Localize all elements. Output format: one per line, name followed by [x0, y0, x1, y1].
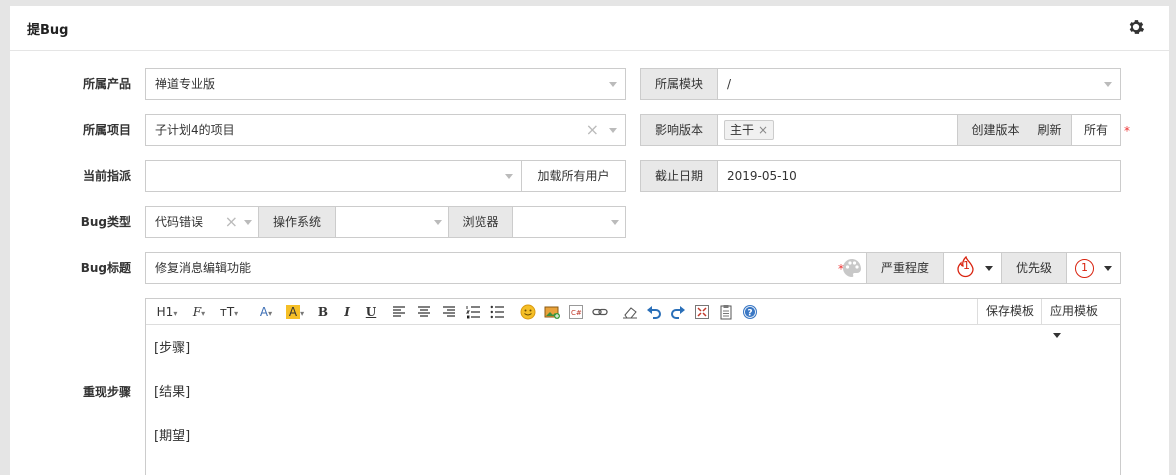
module-value: / [727, 77, 732, 91]
browser-select[interactable] [512, 206, 626, 238]
severity-label: 严重程度 [866, 252, 944, 284]
steps-editor[interactable]: H1▾ F▾ тT▾ A▾ A ▾ B I U C# ? 保存模板 应用模板 [… [145, 298, 1121, 475]
chevron-down-icon [505, 174, 513, 179]
build-tag-label: 主干 [730, 123, 755, 137]
ordered-list-icon[interactable] [466, 305, 480, 319]
font-size-label: тT [219, 305, 235, 319]
bug-type-select[interactable]: 代码错误 × [145, 206, 259, 238]
bug-create-panel: 提Bug 所属产品 禅道专业版 所属模块 / 所属项目 子计划4的项目 × 影响… [9, 5, 1170, 475]
build-tag: 主干 × [724, 120, 775, 140]
fullscreen-icon[interactable] [694, 304, 710, 320]
deadline-label: 截止日期 [640, 160, 718, 192]
heading-label: H1 [156, 305, 174, 319]
underline-button[interactable]: U [364, 303, 378, 321]
browser-label: 浏览器 [448, 206, 513, 238]
steps-label: 重现步骤 [82, 385, 131, 399]
eraser-icon[interactable] [622, 304, 638, 320]
font-size-button[interactable]: тT▾ [218, 303, 240, 321]
builds-label: 影响版本 [640, 114, 718, 146]
steps-line: [期望] [154, 429, 191, 444]
svg-text:?: ? [747, 309, 752, 319]
steps-line: [结果] [154, 385, 191, 400]
font-color-label: A [259, 305, 269, 319]
paste-icon[interactable] [718, 304, 734, 320]
align-right-icon[interactable] [442, 305, 456, 319]
link-icon[interactable] [592, 304, 608, 320]
redo-icon[interactable] [670, 304, 686, 320]
panel-header: 提Bug [10, 6, 1169, 51]
bug-type-value: 代码错误 [155, 215, 204, 229]
background-color-label: A [285, 305, 301, 319]
severity-value: 1 [963, 259, 970, 272]
background-color-button[interactable]: A ▾ [284, 303, 306, 321]
italic-button[interactable]: I [340, 303, 354, 321]
create-build-link[interactable]: 创建版本 [957, 114, 1033, 146]
gear-icon[interactable] [1127, 18, 1145, 36]
required-mark: * [1124, 124, 1130, 138]
heading-button[interactable]: H1▾ [154, 303, 180, 321]
severity-select[interactable]: 1 [943, 252, 1002, 284]
clear-icon[interactable]: × [225, 214, 238, 230]
remove-tag-icon[interactable]: × [758, 123, 768, 137]
font-family-button[interactable]: F▾ [188, 303, 210, 321]
priority-select[interactable]: 1 [1066, 252, 1121, 284]
chevron-down-icon [609, 82, 617, 87]
chevron-down-icon [985, 266, 993, 271]
deadline-input[interactable]: 2019-05-10 [717, 160, 1121, 192]
product-select[interactable]: 禅道专业版 [145, 68, 626, 100]
refresh-link[interactable]: 刷新 [1028, 114, 1072, 146]
help-icon[interactable]: ? [742, 304, 758, 320]
chevron-down-icon [1104, 82, 1112, 87]
undo-icon[interactable] [646, 304, 662, 320]
chevron-down-icon [434, 220, 442, 225]
emoticon-icon[interactable] [520, 304, 536, 320]
all-builds-button[interactable]: 所有 [1071, 114, 1121, 146]
align-center-icon[interactable] [417, 305, 431, 319]
project-label: 所属项目 [82, 123, 131, 137]
assign-label: 当前指派 [82, 169, 131, 183]
editor-toolbar: H1▾ F▾ тT▾ A▾ A ▾ B I U C# ? 保存模板 应用模板 [146, 299, 1120, 338]
priority-value: 1 [1075, 259, 1094, 278]
builds-select[interactable]: 主干 × [717, 114, 958, 146]
title-label: Bug标题 [80, 261, 131, 275]
page-title: 提Bug [27, 23, 69, 38]
chevron-down-icon [244, 220, 252, 225]
chevron-down-icon [1104, 266, 1112, 271]
load-all-users-button[interactable]: 加载所有用户 [521, 160, 626, 192]
align-left-icon[interactable] [392, 305, 406, 319]
project-select[interactable]: 子计划4的项目 × [145, 114, 626, 146]
apply-template-button[interactable]: 应用模板 [1041, 299, 1120, 338]
steps-line: [步骤] [154, 341, 191, 356]
product-label: 所属产品 [82, 77, 131, 91]
chevron-down-icon [1053, 333, 1061, 338]
project-value: 子计划4的项目 [155, 123, 235, 137]
image-icon[interactable] [544, 304, 560, 320]
product-value: 禅道专业版 [155, 77, 216, 91]
apply-template-label: 应用模板 [1050, 304, 1099, 318]
bug-type-label: Bug类型 [80, 215, 131, 229]
clear-icon[interactable]: × [586, 122, 599, 138]
os-label: 操作系统 [258, 206, 336, 238]
module-label: 所属模块 [640, 68, 718, 100]
chevron-down-icon [611, 220, 619, 225]
font-family-label: F [192, 305, 202, 319]
priority-label: 优先级 [1001, 252, 1067, 284]
bug-title-input[interactable]: 修复消息编辑功能 * [145, 252, 867, 284]
bug-title-value: 修复消息编辑功能 [155, 261, 252, 275]
svg-text:C#: C# [571, 309, 582, 317]
palette-icon[interactable] [842, 258, 862, 278]
assign-select[interactable] [145, 160, 522, 192]
module-select[interactable]: / [717, 68, 1121, 100]
code-icon[interactable]: C# [568, 304, 584, 320]
save-template-button[interactable]: 保存模板 [976, 299, 1042, 325]
bold-button[interactable]: B [316, 303, 330, 321]
font-color-button[interactable]: A▾ [256, 303, 276, 321]
bullet-list-icon[interactable] [490, 305, 504, 319]
chevron-down-icon [609, 128, 617, 133]
os-select[interactable] [335, 206, 449, 238]
